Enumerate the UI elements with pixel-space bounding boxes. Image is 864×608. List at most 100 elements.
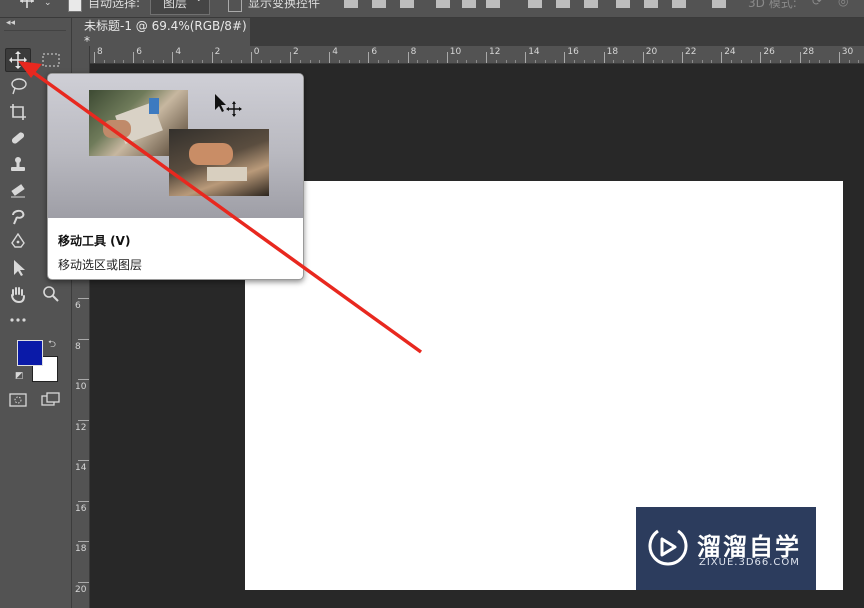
quick-mask-icon <box>9 393 27 407</box>
ruler-label: 8 <box>410 47 417 57</box>
lasso-tool-button[interactable] <box>5 74 31 98</box>
distribute-right-icon[interactable] <box>672 0 686 8</box>
ruler-label: 8 <box>75 341 81 352</box>
auto-align-icon[interactable] <box>712 0 726 8</box>
smudge-icon <box>12 209 25 225</box>
ruler-label: 22 <box>685 47 697 57</box>
watermark-logo: 溜溜自学 ZIXUE.3D66.COM <box>636 507 816 590</box>
ruler-label: 18 <box>75 544 87 554</box>
distribute-hcenter-icon[interactable] <box>644 0 658 8</box>
distribute-top-icon[interactable] <box>528 0 542 8</box>
foreground-color-swatch[interactable] <box>17 340 43 366</box>
show-transform-checkbox[interactable] <box>228 0 242 12</box>
screen-mode-button[interactable] <box>38 388 64 412</box>
eraser-tool-button[interactable] <box>5 178 31 202</box>
zoom-icon <box>43 286 59 302</box>
ruler-tick <box>603 52 605 63</box>
default-colors-icon[interactable]: ◩ <box>15 371 24 381</box>
distribute-left-icon[interactable] <box>616 0 630 8</box>
ruler-label: 12 <box>489 47 501 57</box>
chevron-down-icon: ⌄ <box>195 0 203 4</box>
ruler-label: 12 <box>75 422 87 433</box>
ruler-label: 6 <box>75 301 81 311</box>
ruler-minor-tick <box>358 60 360 63</box>
swap-colors-icon[interactable]: ⮌ <box>48 337 56 354</box>
layer-select[interactable]: 图层 ⌄ <box>150 0 210 15</box>
ruler-tick <box>250 52 252 63</box>
align-bottom-icon[interactable] <box>400 0 414 8</box>
pen-tool-button[interactable] <box>5 230 31 254</box>
tooltip-description: 移动选区或图层 <box>58 258 143 272</box>
ruler-tick <box>760 52 762 63</box>
move-tool-preset-icon[interactable] <box>18 0 36 8</box>
move-tool-tooltip: 移动工具 (V) 移动选区或图层 <box>47 73 304 280</box>
ruler-tick <box>78 379 89 380</box>
collapse-panel-icon[interactable]: ◂◂ <box>6 18 15 28</box>
ruler-minor-tick <box>162 60 164 63</box>
distribute-bottom-icon[interactable] <box>584 0 598 8</box>
stamp-icon <box>11 157 25 171</box>
ruler-minor-tick <box>221 60 223 63</box>
ruler-minor-tick <box>848 60 850 63</box>
ruler-tick <box>211 52 213 63</box>
ruler-minor-tick <box>789 60 791 63</box>
ruler-tick <box>133 52 135 63</box>
ruler-tick <box>799 52 801 63</box>
crop-tool-button[interactable] <box>5 100 31 124</box>
smudge-tool-button[interactable] <box>5 204 31 228</box>
marquee-icon <box>42 53 60 67</box>
zoom-tool-button[interactable] <box>38 282 64 306</box>
ruler-label: 26 <box>763 47 775 57</box>
document-tab[interactable]: 未标题-1 @ 69.4%(RGB/8#) * <box>72 18 250 48</box>
align-left-icon[interactable] <box>436 0 450 8</box>
stamp-tool-button[interactable] <box>5 152 31 176</box>
ruler-tick <box>78 541 89 542</box>
ruler-minor-tick <box>701 60 703 63</box>
tooltip-title: 移动工具 (V) <box>58 234 131 248</box>
ruler-minor-tick <box>143 60 144 63</box>
ruler-minor-tick <box>633 60 634 63</box>
quick-mask-button[interactable] <box>5 388 31 412</box>
ruler-minor-tick <box>672 60 674 63</box>
ruler-minor-tick <box>427 60 429 63</box>
distribute-vcenter-icon[interactable] <box>556 0 570 8</box>
watermark-url: ZIXUE.3D66.COM <box>699 557 800 568</box>
ruler-tick <box>290 52 291 63</box>
3d-orbit-icon: ◎ <box>838 0 849 8</box>
ruler-label: 6 <box>371 47 378 57</box>
hand-tool-button[interactable] <box>5 282 31 306</box>
ruler-label: 2 <box>214 47 221 57</box>
ruler-tick <box>486 52 487 63</box>
align-top-icon[interactable] <box>344 0 358 8</box>
ruler-tick <box>78 298 89 299</box>
tooltip-preview-image <box>48 74 303 218</box>
ruler-label: 18 <box>606 47 619 57</box>
ruler-minor-tick <box>299 60 301 63</box>
ruler-label: 28 <box>802 47 815 57</box>
chevron-down-icon[interactable]: ⌄ <box>44 0 52 8</box>
ruler-tick <box>407 52 409 63</box>
ruler-minor-tick <box>711 60 713 63</box>
3d-mode-label: 3D 模式: <box>748 0 797 10</box>
ruler-minor-tick <box>770 60 772 63</box>
align-vcenter-icon[interactable] <box>372 0 386 8</box>
ruler-minor-tick <box>437 60 438 63</box>
ruler-tick <box>78 338 89 340</box>
ruler-minor-tick <box>505 60 507 63</box>
ruler-minor-tick <box>613 60 615 63</box>
more-tools-button[interactable] <box>5 308 31 332</box>
path-selection-tool-button[interactable] <box>5 256 31 280</box>
move-tool-button[interactable] <box>5 48 31 72</box>
marquee-tool-button[interactable] <box>38 48 64 72</box>
ruler-label: 8 <box>97 47 103 57</box>
ruler-label: 20 <box>645 47 658 57</box>
layer-select-value: 图层 <box>163 0 188 10</box>
align-right-icon[interactable] <box>486 0 500 8</box>
auto-select-checkbox[interactable] <box>68 0 82 12</box>
healing-brush-tool-button[interactable] <box>5 126 31 150</box>
align-hcenter-icon[interactable] <box>462 0 476 8</box>
play-logo-icon <box>648 529 688 566</box>
ruler-minor-tick <box>535 60 536 63</box>
ruler-minor-tick <box>584 60 585 63</box>
horizontal-ruler[interactable]: 8 6 4 2 0 2 4 6 8 10 12 14 16 18 20 22 24 26 28 30 <box>90 46 864 64</box>
